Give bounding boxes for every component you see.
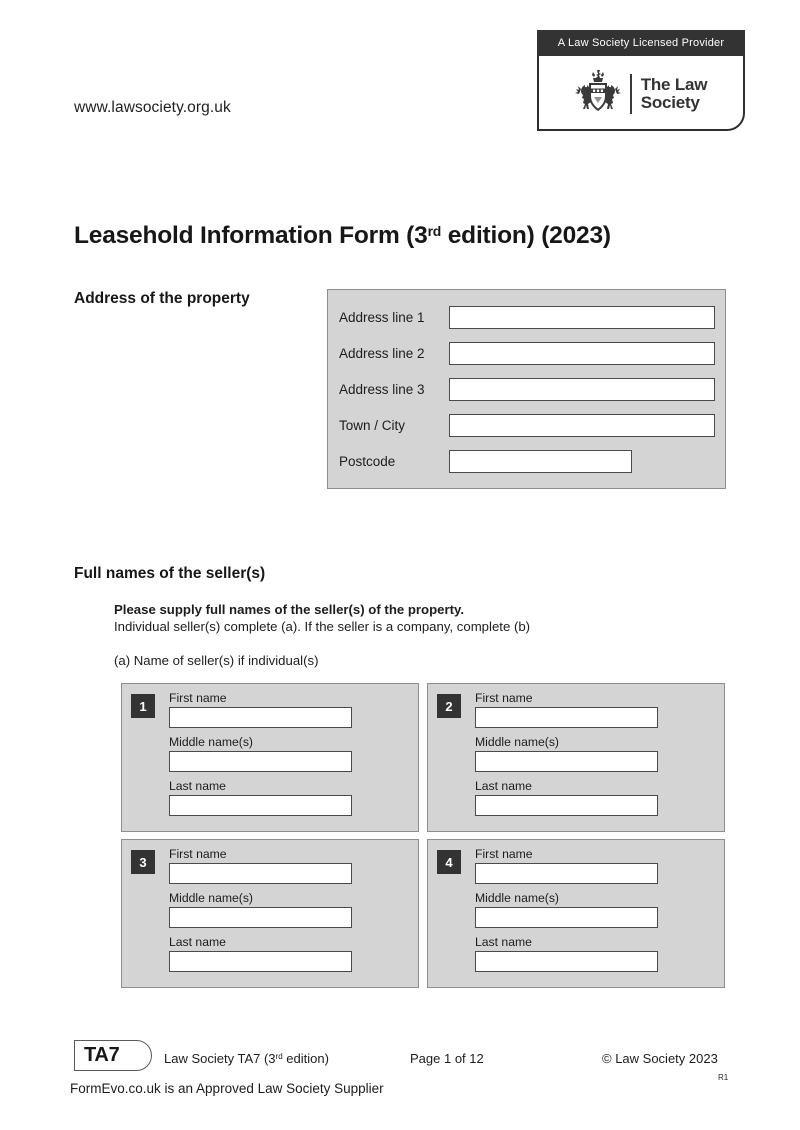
seller-card-4: 4 First name Middle name(s) Last name [427, 839, 725, 988]
seller-number-badge-1: 1 [131, 694, 155, 718]
form-code-label: TA7 [84, 1044, 120, 1066]
last-name-label-2: Last name [475, 779, 532, 793]
seller-card-2: 2 First name Middle name(s) Last name [427, 683, 725, 832]
middle-names-input-4[interactable] [475, 907, 658, 928]
footer-copyright: © Law Society 2023 [602, 1051, 718, 1066]
law-society-crest-icon [574, 69, 621, 111]
middle-names-label-4: Middle name(s) [475, 891, 559, 905]
seller-instruction-bold: Please supply full names of the seller(s… [114, 602, 465, 617]
middle-names-input-2[interactable] [475, 751, 658, 772]
page-title-rest: edition) (2023) [441, 222, 611, 250]
first-name-input-1[interactable] [169, 707, 352, 728]
page-title-ordinal: rd [427, 223, 442, 240]
footer-edition-suffix: edition) [282, 1051, 329, 1066]
form-code-badge: TA7 [74, 1040, 152, 1071]
last-name-input-3[interactable] [169, 951, 352, 972]
address-panel: Address line 1 Address line 2 Address li… [327, 289, 726, 489]
postcode-input[interactable] [449, 449, 632, 473]
seller-number-badge-3: 3 [131, 850, 155, 874]
address-line-1-input[interactable] [449, 305, 715, 329]
middle-names-label-1: Middle name(s) [169, 735, 253, 749]
last-name-label-1: Last name [169, 779, 226, 793]
address-line-2-input[interactable] [449, 341, 715, 365]
town-city-input[interactable] [449, 413, 715, 437]
last-name-label-3: Last name [169, 935, 226, 949]
footer-edition-prefix: Law Society TA7 (3 [164, 1051, 276, 1066]
seller-number-badge-2: 2 [437, 694, 461, 718]
town-city-label: Town / City [339, 417, 406, 433]
seller-fields-2: First name Middle name(s) Last name [475, 691, 715, 816]
footer-supplier-note: FormEvo.co.uk is an Approved Law Society… [70, 1081, 384, 1096]
last-name-input-2[interactable] [475, 795, 658, 816]
first-name-input-2[interactable] [475, 707, 658, 728]
first-name-label-1: First name [169, 691, 227, 705]
footer-page-number: Page 1 of 12 [410, 1051, 484, 1066]
law-society-website-url: www.lawsociety.org.uk [74, 99, 231, 116]
footer-edition: Law Society TA7 (3rd edition) [164, 1051, 329, 1066]
seller-section-heading: Full names of the seller(s) [74, 565, 266, 582]
address-line-2-row: Address line 2 [339, 341, 715, 365]
logo-wordmark-line1: The Law [640, 75, 708, 95]
address-line-3-row: Address line 3 [339, 377, 715, 401]
logo-wordmark: The Law Society [641, 76, 708, 111]
middle-names-label-2: Middle name(s) [475, 735, 559, 749]
logo-body: The Law Society [539, 58, 743, 129]
address-line-1-label: Address line 1 [339, 309, 425, 325]
seller-fields-4: First name Middle name(s) Last name [475, 847, 715, 972]
seller-fields-3: First name Middle name(s) Last name [169, 847, 409, 972]
seller-card-1: 1 First name Middle name(s) Last name [121, 683, 419, 832]
logo-divider [629, 73, 632, 114]
first-name-label-2: First name [475, 691, 533, 705]
law-society-licensed-provider-logo: A Law Society Licensed Provider The Law … [537, 30, 745, 131]
seller-cards-grid: 1 First name Middle name(s) Last name 2 … [121, 683, 725, 988]
middle-names-input-1[interactable] [169, 751, 352, 772]
seller-instruction-plain: Individual seller(s) complete (a). If th… [114, 619, 531, 634]
middle-names-input-3[interactable] [169, 907, 352, 928]
address-line-3-label: Address line 3 [339, 381, 425, 397]
postcode-row: Postcode [339, 449, 715, 473]
seller-number-badge-4: 4 [437, 850, 461, 874]
address-section-heading: Address of the property [74, 290, 250, 307]
address-line-1-row: Address line 1 [339, 305, 715, 329]
first-name-input-4[interactable] [475, 863, 658, 884]
last-name-input-4[interactable] [475, 951, 658, 972]
licensed-provider-banner: A Law Society Licensed Provider [537, 30, 745, 56]
last-name-label-4: Last name [475, 935, 532, 949]
town-city-row: Town / City [339, 413, 715, 437]
address-line-2-label: Address line 2 [339, 345, 425, 361]
page-title: Leasehold Information Form (3rd edition)… [74, 222, 611, 250]
first-name-label-4: First name [475, 847, 533, 861]
middle-names-label-3: Middle name(s) [169, 891, 253, 905]
address-line-3-input[interactable] [449, 377, 715, 401]
logo-wordmark-line2: Society [640, 92, 700, 112]
page-title-main: Leasehold Information Form (3 [74, 222, 428, 250]
last-name-input-1[interactable] [169, 795, 352, 816]
seller-fields-1: First name Middle name(s) Last name [169, 691, 409, 816]
seller-subheading-a: (a) Name of seller(s) if individual(s) [114, 653, 319, 668]
postcode-label: Postcode [339, 453, 396, 469]
footer-revision-code: R1 [718, 1073, 729, 1082]
first-name-input-3[interactable] [169, 863, 352, 884]
first-name-label-3: First name [169, 847, 227, 861]
footer-edition-ordinal: rd [275, 1051, 283, 1061]
form-page: www.lawsociety.org.uk A Law Society Lice… [0, 0, 800, 1130]
seller-card-3: 3 First name Middle name(s) Last name [121, 839, 419, 988]
